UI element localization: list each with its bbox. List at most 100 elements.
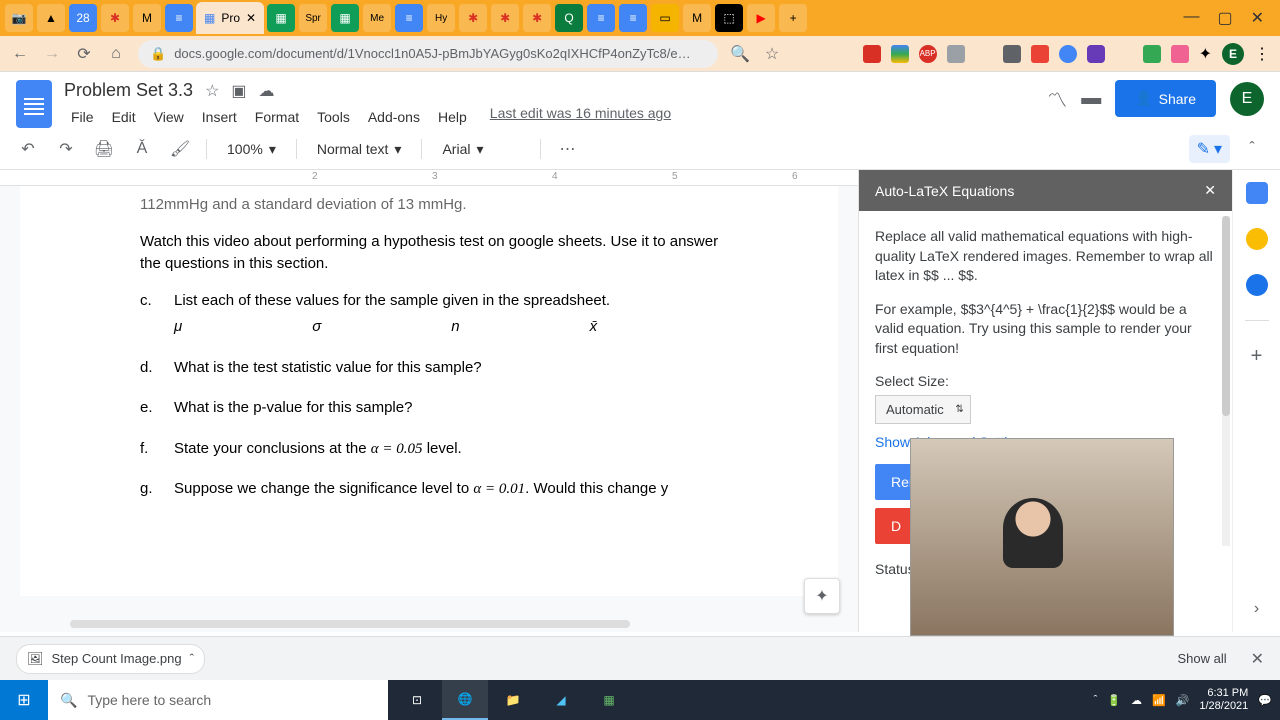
ext-icon[interactable]: ABP bbox=[919, 45, 937, 63]
menu-file[interactable]: File bbox=[64, 105, 101, 129]
active-tab[interactable]: ▦ Pro ✕ bbox=[196, 2, 264, 34]
doc-title[interactable]: Problem Set 3.3 bbox=[64, 80, 193, 101]
wifi-icon[interactable]: 📶 bbox=[1152, 694, 1166, 707]
notifications-icon[interactable]: 💬 bbox=[1258, 694, 1272, 707]
tab-favicon[interactable]: 📷 bbox=[5, 4, 33, 32]
tab-favicon[interactable]: ✱ bbox=[459, 4, 487, 32]
more-icon[interactable]: ⋯ bbox=[555, 139, 579, 159]
paint-format-icon[interactable]: 🖌 bbox=[168, 139, 192, 159]
tab-favicon[interactable]: M bbox=[683, 4, 711, 32]
chrome-icon[interactable]: 🌐 bbox=[442, 680, 488, 720]
explorer-icon[interactable]: 📁 bbox=[490, 680, 536, 720]
tab-favicon[interactable]: ▭ bbox=[651, 4, 679, 32]
zoom-select[interactable]: 100%▾ bbox=[221, 137, 282, 162]
account-avatar[interactable]: E bbox=[1230, 82, 1264, 116]
cloud-icon[interactable]: ☁ bbox=[259, 81, 275, 101]
trending-icon[interactable]: 〽 bbox=[1047, 84, 1067, 113]
show-all-link[interactable]: Show all bbox=[1177, 651, 1226, 666]
menu-addons[interactable]: Add-ons bbox=[361, 105, 427, 129]
ext-icon[interactable] bbox=[1143, 45, 1161, 63]
ext-icon[interactable] bbox=[891, 45, 909, 63]
ext-icon[interactable] bbox=[1031, 45, 1049, 63]
clock[interactable]: 6:31 PM 1/28/2021 bbox=[1199, 687, 1248, 713]
add-icon[interactable]: + bbox=[1251, 345, 1263, 368]
ext-icon[interactable] bbox=[947, 45, 965, 63]
tab-label[interactable]: Hy bbox=[427, 4, 455, 32]
undo-icon[interactable]: ↶ bbox=[16, 139, 40, 159]
tab-favicon[interactable]: 28 bbox=[69, 4, 97, 32]
ext-icon[interactable] bbox=[1171, 45, 1189, 63]
menu-view[interactable]: View bbox=[147, 105, 191, 129]
address-bar[interactable]: 🔒 docs.google.com/document/d/1Vnoccl1n0A… bbox=[138, 40, 718, 68]
ext-icon[interactable] bbox=[1087, 45, 1105, 63]
app-icon[interactable]: ◢ bbox=[538, 680, 584, 720]
menu-help[interactable]: Help bbox=[431, 105, 474, 129]
menu-insert[interactable]: Insert bbox=[195, 105, 244, 129]
close-icon[interactable]: ✕ bbox=[1251, 8, 1264, 28]
home-icon[interactable]: ⌂ bbox=[106, 44, 126, 64]
tab-favicon[interactable]: ▶ bbox=[747, 4, 775, 32]
document-page[interactable]: 112mmHg and a standard deviation of 13 m… bbox=[20, 186, 838, 596]
ext-icon[interactable] bbox=[975, 45, 993, 63]
volume-icon[interactable]: 🔊 bbox=[1176, 694, 1190, 707]
menu-edit[interactable]: Edit bbox=[105, 105, 143, 129]
tab-favicon[interactable]: M bbox=[133, 4, 161, 32]
vertical-scrollbar[interactable] bbox=[1222, 216, 1230, 546]
tab-label[interactable]: Spr bbox=[299, 4, 327, 32]
tab-favicon[interactable]: ✱ bbox=[523, 4, 551, 32]
ruler[interactable]: 2 3 4 5 6 bbox=[0, 170, 858, 186]
new-tab-button[interactable]: + bbox=[779, 4, 807, 32]
menu-format[interactable]: Format bbox=[248, 105, 306, 129]
tab-favicon[interactable]: ▲ bbox=[37, 4, 65, 32]
extensions-icon[interactable]: ✦ bbox=[1199, 44, 1212, 64]
collapse-rail-icon[interactable]: › bbox=[1254, 600, 1259, 618]
tasks-icon[interactable] bbox=[1246, 274, 1268, 296]
chevron-up-icon[interactable]: ˆ bbox=[1094, 694, 1098, 706]
tab-favicon[interactable]: ▦ bbox=[331, 4, 359, 32]
last-edit-link[interactable]: Last edit was 16 minutes ago bbox=[490, 105, 671, 129]
calendar-icon[interactable] bbox=[1246, 182, 1268, 204]
keep-icon[interactable] bbox=[1246, 228, 1268, 250]
tray-icon[interactable]: 🔋 bbox=[1107, 694, 1121, 707]
tab-favicon[interactable]: ⬚ bbox=[715, 4, 743, 32]
task-view-icon[interactable]: ⊡ bbox=[394, 680, 440, 720]
tray-icon[interactable]: ☁ bbox=[1131, 694, 1142, 707]
back-icon[interactable]: ← bbox=[10, 44, 30, 64]
minimize-icon[interactable]: — bbox=[1183, 8, 1199, 28]
tab-favicon[interactable]: ✱ bbox=[491, 4, 519, 32]
tab-favicon[interactable]: ≡ bbox=[395, 4, 423, 32]
docs-logo-icon[interactable] bbox=[16, 80, 52, 128]
ext-icon[interactable] bbox=[863, 45, 881, 63]
explore-button[interactable]: ✦ bbox=[804, 578, 840, 614]
chevron-up-icon[interactable]: ˆ bbox=[190, 651, 194, 666]
tab-favicon[interactable]: ✱ bbox=[101, 4, 129, 32]
ext-icon[interactable] bbox=[1115, 45, 1133, 63]
close-icon[interactable]: ✕ bbox=[1251, 649, 1264, 669]
tab-favicon[interactable]: ≡ bbox=[619, 4, 647, 32]
zoom-icon[interactable]: 🔍 bbox=[730, 44, 750, 64]
share-button[interactable]: 👤 Share bbox=[1115, 80, 1216, 117]
ext-icon[interactable] bbox=[1003, 45, 1021, 63]
search-input[interactable]: 🔍 Type here to search bbox=[48, 680, 388, 720]
move-icon[interactable]: ▣ bbox=[231, 81, 246, 101]
star-icon[interactable]: ☆ bbox=[205, 81, 219, 101]
tab-favicon[interactable]: ≡ bbox=[165, 4, 193, 32]
print-icon[interactable]: 🖨 bbox=[92, 139, 116, 159]
close-icon[interactable]: ✕ bbox=[246, 11, 256, 25]
menu-tools[interactable]: Tools bbox=[310, 105, 357, 129]
maximize-icon[interactable]: ▢ bbox=[1217, 8, 1232, 28]
menu-icon[interactable]: ⋮ bbox=[1254, 44, 1270, 64]
size-select[interactable]: Automatic bbox=[875, 395, 971, 424]
tab-favicon[interactable]: Q bbox=[555, 4, 583, 32]
tab-label[interactable]: Me bbox=[363, 4, 391, 32]
forward-icon[interactable]: → bbox=[42, 44, 62, 64]
redo-icon[interactable]: ↷ bbox=[54, 139, 78, 159]
spellcheck-icon[interactable]: Ǎ bbox=[130, 140, 154, 158]
style-select[interactable]: Normal text▾ bbox=[311, 137, 408, 162]
close-icon[interactable]: ✕ bbox=[1204, 182, 1216, 199]
reload-icon[interactable]: ⟳ bbox=[74, 44, 94, 64]
start-button[interactable]: ⊞ bbox=[0, 680, 48, 720]
ext-icon[interactable] bbox=[1059, 45, 1077, 63]
font-select[interactable]: Arial▾ bbox=[436, 137, 526, 162]
editing-mode-button[interactable]: ✎ ▾ bbox=[1189, 135, 1230, 163]
